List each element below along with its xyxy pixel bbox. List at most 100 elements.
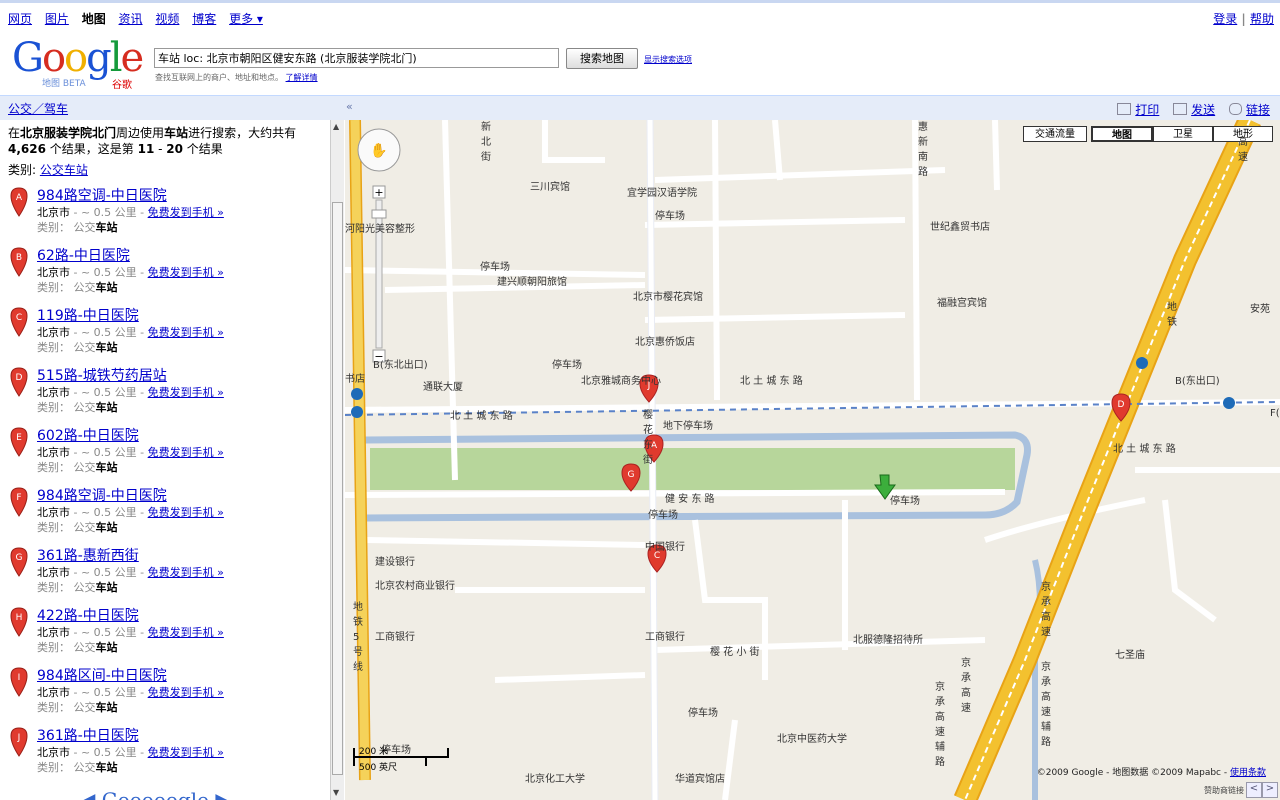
scroll-up-arrow-icon[interactable]: ▲ xyxy=(333,122,339,131)
map-label-tcm[interactable]: 北京中医药大学 xyxy=(777,730,847,745)
send-to-phone-link[interactable]: 免费发到手机 » xyxy=(148,746,224,759)
traffic-button[interactable]: 交通流量 xyxy=(1023,126,1087,142)
map-type-map[interactable]: 地图 xyxy=(1091,126,1153,142)
result-title-link[interactable]: 62路-中日医院 xyxy=(37,245,130,265)
result-item[interactable]: J 361路-中日医院 北京市 - ~ 0.5 公里 - 免费发到手机 » 类别： 公… xyxy=(8,725,323,783)
map-label-bank_china[interactable]: 中国银行 xyxy=(645,538,685,553)
send-to-phone-link[interactable]: 免费发到手机 » xyxy=(148,506,224,519)
map-label-yinghua_hotel[interactable]: 北京市樱花宾馆 xyxy=(633,288,703,303)
search-input[interactable] xyxy=(154,48,559,68)
map-label-sanchuan[interactable]: 三川宾馆 xyxy=(530,178,570,193)
nav-news[interactable]: 资讯 xyxy=(119,12,143,26)
map-label-yixue[interactable]: 宜学园汉语学院 xyxy=(627,184,697,199)
result-item[interactable]: C 119路-中日医院 北京市 - ~ 0.5 公里 - 免费发到手机 » 类别： 公… xyxy=(8,305,323,363)
scroll-thumb[interactable] xyxy=(332,202,343,775)
map-label-beitucheng_e[interactable]: 北 土 城 东 路 xyxy=(1113,440,1176,455)
result-item[interactable]: D 515路-城铁芍药居站 北京市 - ~ 0.5 公里 - 免费发到手机 » 类别：… xyxy=(8,365,323,423)
send-to-phone-link[interactable]: 免费发到手机 » xyxy=(148,386,224,399)
result-title-link[interactable]: 422路-中日医院 xyxy=(37,605,139,625)
map-canvas[interactable]: J A G C D ✋ + − 交通流量 地图 卫星 地形 三川宾馆 宜学园汉语… xyxy=(345,120,1280,800)
result-title-link[interactable]: 984路空调-中日医院 xyxy=(37,485,167,505)
map-label-park1[interactable]: 停车场 xyxy=(655,207,685,222)
send-link[interactable]: 发送 xyxy=(1191,103,1215,117)
map-label-fuyuan[interactable]: 福融宫宾馆 xyxy=(937,294,987,309)
result-title-link[interactable]: 602路-中日医院 xyxy=(37,425,139,445)
link-link[interactable]: 链接 xyxy=(1246,103,1270,117)
map-label-bookstore[interactable]: 书店 xyxy=(345,370,365,385)
send-to-phone-link[interactable]: 免费发到手机 » xyxy=(148,686,224,699)
map-label-shiji[interactable]: 世纪鑫贸书店 xyxy=(930,218,990,233)
result-item[interactable]: B 62路-中日医院 北京市 - ~ 0.5 公里 - 免费发到手机 » 类别： 公交… xyxy=(8,245,323,303)
map-label-bank_const[interactable]: 建设银行 xyxy=(375,553,415,568)
collapse-panel-button[interactable]: « xyxy=(346,100,353,113)
panel-scrollbar[interactable]: ▲ ▼ xyxy=(330,120,344,800)
result-title-link[interactable]: 361路-惠新西街 xyxy=(37,545,139,565)
result-marker-icon[interactable]: A xyxy=(10,187,28,217)
map-label-chem[interactable]: 北京化工大学 xyxy=(525,770,585,785)
google-maps-logo[interactable]: Google 地图 BETA 谷歌 xyxy=(12,38,144,91)
result-marker-icon[interactable]: H xyxy=(10,607,28,637)
map-label-park6[interactable]: 停车场 xyxy=(688,704,718,719)
map-label-bank_rural[interactable]: 北京农村商业银行 xyxy=(375,577,455,592)
map-label-tonglian[interactable]: 通联大厦 xyxy=(423,378,463,393)
result-marker-icon[interactable]: E xyxy=(10,427,28,457)
nav-more[interactable]: 更多 ▾ xyxy=(229,12,263,26)
map-label-yayuan[interactable]: 北京雅城商务中心 xyxy=(581,372,661,387)
nav-video[interactable]: 视频 xyxy=(155,12,179,26)
map-label-hehe[interactable]: 河阳光美容整形 xyxy=(345,220,415,235)
result-marker-icon[interactable]: G xyxy=(10,547,28,577)
learn-more-link[interactable]: 了解详情 xyxy=(286,73,318,82)
map-svg[interactable]: J A G C D xyxy=(345,120,1280,800)
sponsor-prev-button[interactable]: < xyxy=(1246,782,1262,798)
send-to-phone-link[interactable]: 免费发到手机 » xyxy=(148,206,224,219)
sponsor-next-button[interactable]: > xyxy=(1262,782,1278,798)
result-item[interactable]: H 422路-中日医院 北京市 - ~ 0.5 公里 - 免费发到手机 » 类别： 公… xyxy=(8,605,323,663)
send-to-phone-link[interactable]: 免费发到手机 » xyxy=(148,266,224,279)
map-label-bank_icbc2[interactable]: 工商银行 xyxy=(645,628,685,643)
map-label-yinghua_st[interactable]: 樱 花 小 街 xyxy=(710,643,760,658)
pagination-gooogle[interactable]: ◀ Gooooogle ▶ xyxy=(80,788,231,800)
result-item[interactable]: G 361路-惠新西街 北京市 - ~ 0.5 公里 - 免费发到手机 » 类别： 公… xyxy=(8,545,323,603)
transit-driving-link[interactable]: 公交／驾车 xyxy=(8,100,68,117)
zoom-slider-thumb[interactable] xyxy=(371,209,387,219)
result-title-link[interactable]: 119路-中日医院 xyxy=(37,305,139,325)
print-link[interactable]: 打印 xyxy=(1135,103,1159,117)
map-type-satellite[interactable]: 卫星 xyxy=(1153,126,1213,142)
send-to-phone-link[interactable]: 免费发到手机 » xyxy=(148,626,224,639)
login-link[interactable]: 登录 xyxy=(1213,12,1237,26)
search-options-link[interactable]: 显示搜索选项 xyxy=(644,54,692,65)
map-label-park3[interactable]: 停车场 xyxy=(552,356,582,371)
scroll-down-arrow-icon[interactable]: ▼ xyxy=(333,788,339,797)
result-marker-icon[interactable]: J xyxy=(10,727,28,757)
map-label-park2[interactable]: 停车场 xyxy=(480,258,510,273)
send-to-phone-link[interactable]: 免费发到手机 » xyxy=(148,326,224,339)
result-title-link[interactable]: 515路-城铁芍药居站 xyxy=(37,365,167,385)
map-label-exit_b2[interactable]: B(东出口) xyxy=(1175,372,1220,387)
map-label-beitucheng_n[interactable]: 北 土 城 东 路 xyxy=(740,372,803,387)
map-label-f_out[interactable]: F( xyxy=(1270,408,1280,419)
map-label-qisheng[interactable]: 七圣庙 xyxy=(1115,646,1145,661)
help-link[interactable]: 帮助 xyxy=(1250,12,1274,26)
terms-link[interactable]: 使用条款 xyxy=(1230,768,1266,778)
map-label-hotel_s[interactable]: 华道宾馆店 xyxy=(675,770,725,785)
result-marker-icon[interactable]: F xyxy=(10,487,28,517)
nav-images[interactable]: 图片 xyxy=(45,12,69,26)
result-marker-icon[interactable]: B xyxy=(10,247,28,277)
result-title-link[interactable]: 361路-中日医院 xyxy=(37,725,139,745)
map-label-jianxing[interactable]: 建兴顺朝阳旅馆 xyxy=(497,273,567,288)
result-item[interactable]: F 984路空调-中日医院 北京市 - ~ 0.5 公里 - 免费发到手机 » 类别：… xyxy=(8,485,323,543)
map-label-under_park[interactable]: 地下停车场 xyxy=(663,417,713,432)
nav-blogs[interactable]: 博客 xyxy=(192,12,216,26)
result-item[interactable]: A 984路空调-中日医院 北京市 - ~ 0.5 公里 - 免费发到手机 » 类别：… xyxy=(8,185,323,243)
result-item[interactable]: E 602路-中日医院 北京市 - ~ 0.5 公里 - 免费发到手机 » 类别： 公… xyxy=(8,425,323,483)
map-label-park4[interactable]: 停车场 xyxy=(890,492,920,507)
send-to-phone-link[interactable]: 免费发到手机 » xyxy=(148,566,224,579)
result-title-link[interactable]: 984路区间-中日医院 xyxy=(37,665,167,685)
map-label-beitucheng_w[interactable]: 北 土 城 东 路 xyxy=(450,407,513,422)
category-link[interactable]: 公交车站 xyxy=(40,163,88,177)
search-maps-button[interactable]: 搜索地图 xyxy=(566,48,638,69)
map-label-exit_b[interactable]: B(东北出口) xyxy=(373,356,428,371)
send-to-phone-link[interactable]: 免费发到手机 » xyxy=(148,446,224,459)
map-label-jianan[interactable]: 健 安 东 路 xyxy=(665,490,715,505)
result-marker-icon[interactable]: I xyxy=(10,667,28,697)
